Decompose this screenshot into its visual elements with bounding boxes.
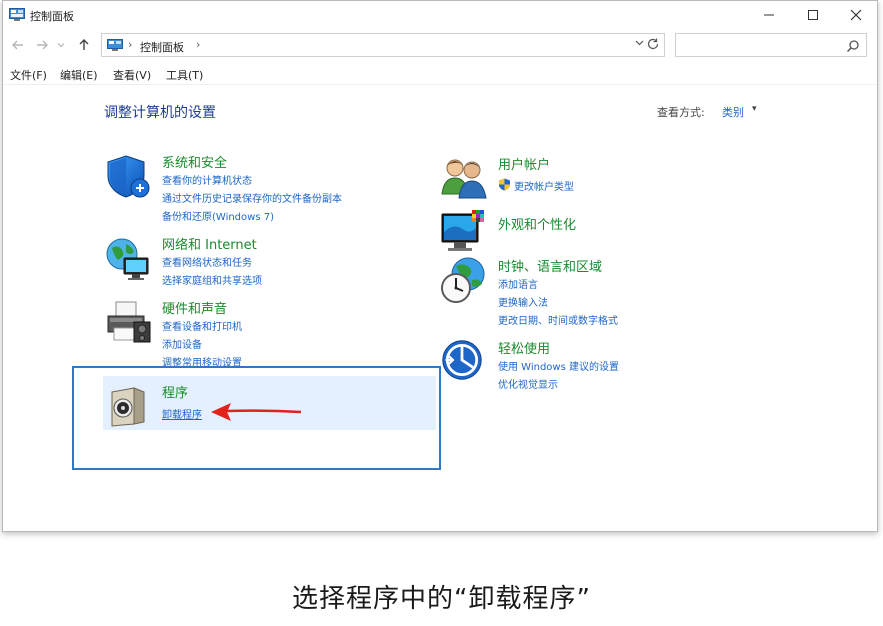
minimize-button[interactable] <box>747 1 791 29</box>
link-devices-printers[interactable]: 查看设备和打印机 <box>162 318 242 333</box>
menu-edit[interactable]: 编辑(E) <box>60 67 98 83</box>
close-icon <box>850 9 862 21</box>
appearance-title[interactable]: 外观和个性化 <box>498 214 576 233</box>
category-clock-language-region: 时钟、语言和区域 添加语言 更换输入法 更改日期、时间或数字格式 <box>440 256 740 327</box>
link-backup-restore[interactable]: 备份和还原(Windows 7) <box>162 208 274 223</box>
printer-icon[interactable] <box>104 298 152 346</box>
menu-tools[interactable]: 工具(T) <box>166 67 203 83</box>
link-add-device[interactable]: 添加设备 <box>162 336 202 351</box>
search-icon <box>846 40 859 53</box>
page: 控制面板 › 控制面板 › 文件(F) 编辑(E) 查看(V) 工具(T) 调整… <box>0 0 883 626</box>
link-change-input-method[interactable]: 更换输入法 <box>498 294 548 309</box>
window-title: 控制面板 <box>30 10 74 23</box>
minimize-icon <box>764 14 774 16</box>
control-panel-icon <box>9 8 25 21</box>
link-view-computer-status[interactable]: 查看你的计算机状态 <box>162 172 252 187</box>
link-windows-recommended-settings[interactable]: 使用 Windows 建议的设置 <box>498 358 619 373</box>
category-hardware-sound: 硬件和声音 查看设备和打印机 添加设备 调整常用移动设置 <box>104 298 404 369</box>
shield-icon[interactable] <box>104 152 152 200</box>
user-accounts-title[interactable]: 用户帐户 <box>498 154 550 173</box>
recent-locations-button[interactable] <box>55 36 67 54</box>
chevron-down-icon <box>57 43 65 48</box>
address-dropdown-button[interactable] <box>635 38 644 50</box>
annotation-arrow-icon <box>211 403 302 421</box>
link-file-history-backup[interactable]: 通过文件历史记录保存你的文件备份副本 <box>162 190 342 205</box>
navigation-bar: › 控制面板 › <box>3 31 877 59</box>
title-bar[interactable]: 控制面板 <box>3 1 877 29</box>
link-add-language[interactable]: 添加语言 <box>498 276 538 291</box>
network-internet-title[interactable]: 网络和 Internet <box>162 234 257 253</box>
refresh-icon <box>647 38 659 50</box>
chevron-down-icon <box>635 40 644 46</box>
clock-language-region-title[interactable]: 时钟、语言和区域 <box>498 256 602 275</box>
breadcrumb-separator: › <box>128 38 133 51</box>
maximize-icon <box>808 10 818 20</box>
menu-bar: 文件(F) 编辑(E) 查看(V) 工具(T) <box>3 63 877 85</box>
link-change-account-type[interactable]: 更改帐户类型 <box>514 178 574 193</box>
view-by-dropdown[interactable]: 类别 <box>722 104 744 120</box>
link-optimize-visual-display[interactable]: 优化视觉显示 <box>498 376 558 391</box>
link-network-status[interactable]: 查看网络状态和任务 <box>162 254 252 269</box>
forward-button[interactable] <box>33 36 51 54</box>
accessibility-icon[interactable] <box>440 338 484 382</box>
up-button[interactable] <box>75 36 93 54</box>
search-button[interactable] <box>846 38 860 57</box>
system-security-title[interactable]: 系统和安全 <box>162 152 227 171</box>
refresh-button[interactable] <box>646 37 660 54</box>
uac-shield-icon <box>499 178 510 191</box>
address-bar[interactable]: › 控制面板 › <box>101 33 665 57</box>
menu-view[interactable]: 查看(V) <box>113 67 151 83</box>
link-homegroup-sharing[interactable]: 选择家庭组和共享选项 <box>162 272 262 287</box>
hardware-sound-title[interactable]: 硬件和声音 <box>162 298 227 317</box>
category-network-internet: 网络和 Internet 查看网络状态和任务 选择家庭组和共享选项 <box>104 234 404 287</box>
network-globe-icon[interactable] <box>104 234 152 282</box>
monitor-palette-icon[interactable] <box>440 208 488 256</box>
arrow-left-icon <box>12 40 23 50</box>
menu-file[interactable]: 文件(F) <box>10 67 47 83</box>
arrow-up-icon <box>79 39 89 50</box>
view-by-caret[interactable]: ▾ <box>752 104 757 114</box>
breadcrumb-control-panel[interactable]: 控制面板 <box>140 39 184 55</box>
link-change-date-format[interactable]: 更改日期、时间或数字格式 <box>498 312 618 327</box>
users-icon[interactable] <box>440 154 488 202</box>
back-button[interactable] <box>9 36 27 54</box>
arrow-right-icon <box>37 40 48 50</box>
category-user-accounts: 用户帐户 更改帐户类型 <box>440 154 740 199</box>
page-title: 调整计算机的设置 <box>104 105 216 121</box>
category-ease-of-access: 轻松使用 使用 Windows 建议的设置 优化视觉显示 <box>440 338 740 391</box>
breadcrumb-separator[interactable]: › <box>196 38 200 51</box>
category-appearance: 外观和个性化 <box>440 208 740 252</box>
clock-globe-icon[interactable] <box>440 256 488 304</box>
category-system-security: 系统和安全 查看你的计算机状态 通过文件历史记录保存你的文件备份副本 备份和还原… <box>104 152 404 223</box>
search-input[interactable] <box>675 33 867 57</box>
view-by-label: 查看方式: <box>657 106 705 119</box>
control-panel-icon <box>107 39 123 51</box>
ease-of-access-title[interactable]: 轻松使用 <box>498 338 550 357</box>
maximize-button[interactable] <box>791 1 835 29</box>
close-button[interactable] <box>834 1 878 29</box>
tutorial-caption: 选择程序中的“卸载程序” <box>292 584 591 614</box>
